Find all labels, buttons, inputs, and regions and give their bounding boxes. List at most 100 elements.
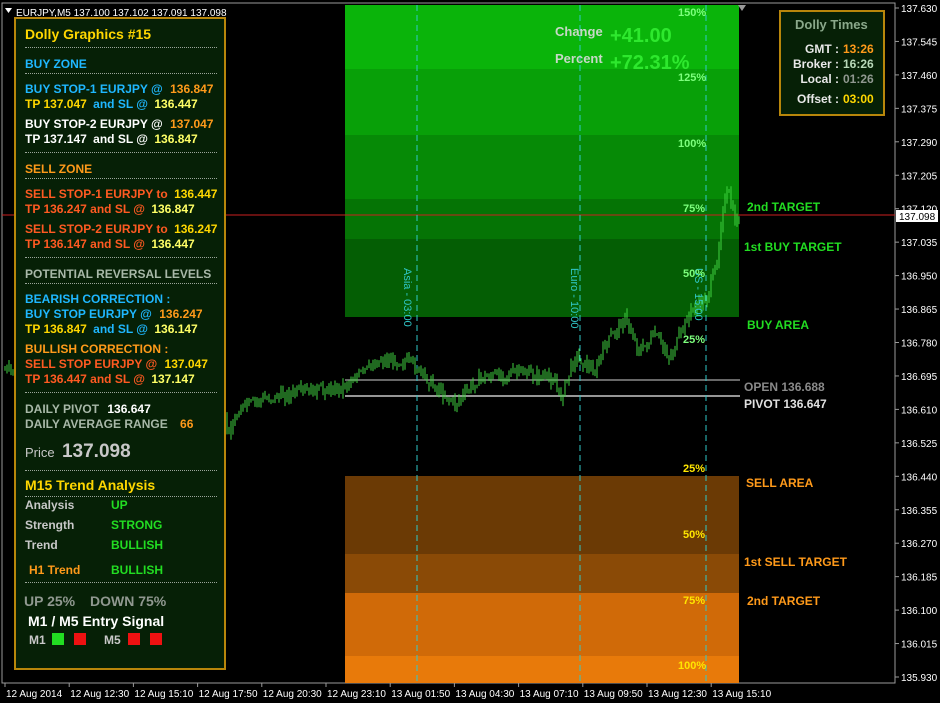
divider xyxy=(25,283,217,284)
bullish-text: SELL STOP EURJPY @ xyxy=(25,357,158,371)
sell-level-50: 50% xyxy=(683,529,705,541)
price-line: Price 137.098 xyxy=(25,441,131,463)
change-value: +41.00 xyxy=(610,25,672,47)
time-axis-label: 12 Aug 15:10 xyxy=(134,689,193,700)
percent-label: Percent xyxy=(555,51,603,66)
time-axis-label: 13 Aug 07:10 xyxy=(520,689,579,700)
daily-pivot-value: 136.647 xyxy=(107,402,151,416)
change-label: Change xyxy=(555,24,603,39)
sell-stop-1-text: SELL STOP-1 EURJPY to xyxy=(25,187,168,201)
sell-stop-2-tp: TP 136.147 and SL @ xyxy=(25,237,145,251)
price-axis-label: 136.355 xyxy=(901,506,938,517)
time-axis-label: 13 Aug 15:10 xyxy=(712,689,771,700)
divider xyxy=(25,47,217,48)
trend-value: BULLISH xyxy=(111,538,163,552)
divider xyxy=(25,582,217,583)
buy-1st-target-label: 1st BUY TARGET xyxy=(744,240,842,254)
up-percent: UP 25% xyxy=(24,593,76,609)
times-title: Dolly Times xyxy=(795,17,868,32)
buy-area-label: BUY AREA xyxy=(747,318,809,332)
buy-stop-2-mid: and SL @ xyxy=(93,132,148,146)
current-price-tag: 137.098 xyxy=(896,210,938,223)
open-label: OPEN 136.688 xyxy=(744,380,825,394)
time-axis-label: 12 Aug 2014 xyxy=(6,689,63,700)
price-axis-label: 137.630 xyxy=(901,4,938,15)
buy-band-75 xyxy=(345,199,739,239)
gmt-label: GMT : xyxy=(805,42,839,56)
m5-signal-box-2 xyxy=(150,633,162,645)
sell-area-label: SELL AREA xyxy=(746,476,814,490)
sell-stop-1-line: SELL STOP-1 EURJPY to 136.447 xyxy=(25,187,217,201)
bearish-sl: 136.147 xyxy=(154,322,198,336)
euro-session-label: Euro - 10:00 xyxy=(568,268,580,329)
price-axis-label: 136.185 xyxy=(901,573,938,584)
price-axis-label: 136.695 xyxy=(901,372,938,383)
price-axis-label: 137.375 xyxy=(901,104,938,115)
time-axis-label: 12 Aug 23:10 xyxy=(327,689,386,700)
sell-stop-2-price: 136.247 xyxy=(174,222,218,236)
sell-stop-2-sl: 136.447 xyxy=(151,237,195,251)
divider xyxy=(25,470,217,471)
price-axis-label: 135.930 xyxy=(901,673,938,684)
price-axis-label: 137.205 xyxy=(901,171,938,182)
buy-level-150: 150% xyxy=(678,7,706,19)
m1-signal-up-box xyxy=(52,633,64,645)
buy-stop-1-line: BUY STOP-1 EURJPY @ 136.847 xyxy=(25,82,213,96)
buy-zone-heading: BUY ZONE xyxy=(25,57,87,71)
local-label: Local : xyxy=(800,72,839,86)
price-axis-label: 136.610 xyxy=(901,405,938,416)
bearish-tp: TP 136.847 xyxy=(25,322,87,336)
down-percent: DOWN 75% xyxy=(90,593,167,609)
sell-zone-heading: SELL ZONE xyxy=(25,162,93,176)
buy-stop-1-tp: TP 137.047 xyxy=(25,97,87,111)
current-price-label: 137.098 xyxy=(899,212,936,223)
divider xyxy=(25,178,217,179)
analysis-value: UP xyxy=(111,498,128,512)
buy-stop-1-mid: and SL @ xyxy=(93,97,148,111)
bullish-tp-line: TP 136.447 and SL @ 137.147 xyxy=(25,372,195,386)
adr-label: DAILY AVERAGE RANGE xyxy=(25,417,168,431)
gmt-value: 13:26 xyxy=(843,42,874,56)
sell-stop-2-line: SELL STOP-2 EURJPY to 136.247 xyxy=(25,222,217,236)
analysis-label: Analysis xyxy=(25,498,75,512)
buy-stop-2-price: 137.047 xyxy=(170,117,214,131)
time-axis-label: 13 Aug 04:30 xyxy=(455,689,514,700)
price-label: Price xyxy=(25,445,55,460)
sell-level-100: 100% xyxy=(678,660,706,672)
bearish-text: BUY STOP EURJPY @ xyxy=(25,307,152,321)
bullish-sl: 137.147 xyxy=(151,372,195,386)
broker-label: Broker : xyxy=(792,57,839,71)
sell-stop-1-sl: 136.847 xyxy=(151,202,195,216)
daily-pivot-line: DAILY PIVOT 136.647 xyxy=(25,402,151,416)
reversal-heading: POTENTIAL REVERSAL LEVELS xyxy=(25,267,212,281)
buy-stop-2-tp-line: TP 137.147 and SL @ 136.847 xyxy=(25,132,198,146)
divider xyxy=(25,73,217,74)
divider xyxy=(25,496,217,497)
sell-1st-target-label: 1st SELL TARGET xyxy=(744,555,848,569)
buy-level-25: 25% xyxy=(683,334,705,346)
h1-trend-value: BULLISH xyxy=(111,563,163,577)
time-axis-label: 12 Aug 20:30 xyxy=(263,689,322,700)
time-axis-label: 12 Aug 17:50 xyxy=(199,689,258,700)
bearish-mid: and SL @ xyxy=(93,322,148,336)
bullish-heading: BULLISH CORRECTION : xyxy=(25,342,169,356)
buy-stop-2-tp: TP 137.147 xyxy=(25,132,87,146)
local-value: 01:26 xyxy=(843,72,874,86)
trend-label: Trend xyxy=(25,538,58,552)
sell-band-50 xyxy=(345,554,739,593)
price-axis-label: 136.270 xyxy=(901,539,938,550)
buy-stop-1-sl: 136.447 xyxy=(154,97,198,111)
percent-value: +72.31% xyxy=(610,52,690,74)
bearish-price: 136.247 xyxy=(159,307,203,321)
price-axis-label: 136.015 xyxy=(901,640,938,651)
buy-2nd-target-label: 2nd TARGET xyxy=(747,200,821,214)
bearish-line: BUY STOP EURJPY @ 136.247 xyxy=(25,307,203,321)
bearish-tp-line: TP 136.847 and SL @ 136.147 xyxy=(25,322,198,336)
time-axis-label: 13 Aug 01:50 xyxy=(391,689,450,700)
adr-value: 66 xyxy=(180,417,194,431)
dolly-times-box: Dolly Times GMT : 13:26 Broker : 16:26 L… xyxy=(779,10,885,116)
sell-stop-1-price: 136.447 xyxy=(174,187,218,201)
dolly-info-panel: Dolly Graphics #15 BUY ZONE BUY STOP-1 E… xyxy=(14,17,226,670)
sell-stop-2-tp-line: TP 136.147 and SL @ 136.447 xyxy=(25,237,195,251)
sell-stop-1-tp: TP 136.247 and SL @ xyxy=(25,202,145,216)
